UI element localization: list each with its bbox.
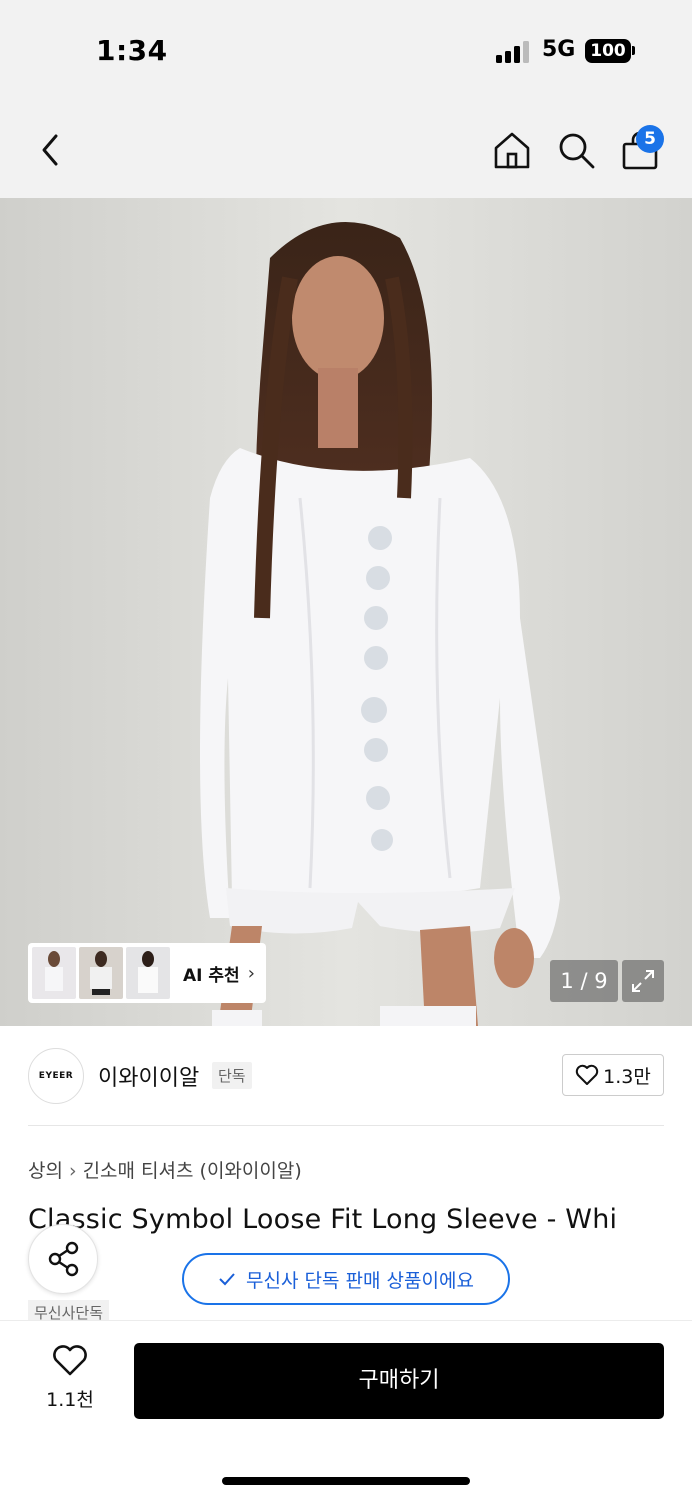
signal-icon — [496, 41, 529, 63]
cart-count-badge: 5 — [636, 125, 664, 153]
ai-recommend-button[interactable]: AI 추천 › — [28, 943, 266, 1003]
exclusive-badge: 무신사단독 — [28, 1300, 110, 1320]
breadcrumb-subcategory[interactable]: 긴소매 티셔츠 (이와이이알) — [83, 1160, 302, 1182]
status-bar: 1:34 5G 100 — [0, 0, 692, 100]
product-image[interactable] — [0, 198, 692, 1026]
expand-icon — [632, 970, 654, 992]
share-icon — [48, 1241, 79, 1277]
brand-name[interactable]: 이와이이알 — [98, 1060, 199, 1092]
recommend-thumbnail — [32, 947, 76, 999]
image-counter: 1 / 9 — [550, 960, 618, 1002]
brand-exclusive-tag: 단독 — [212, 1062, 252, 1089]
recommend-thumbnail — [126, 947, 170, 999]
brand-like-button[interactable]: 1.3만 — [562, 1054, 664, 1096]
product-title: Classic Symbol Loose Fit Long Sleeve - W… — [28, 1204, 618, 1235]
recommend-thumbnail — [79, 947, 123, 999]
wishlist-count: 1.1천 — [46, 1389, 94, 1411]
breadcrumb: 상의 › 긴소매 티셔츠 (이와이이알) — [28, 1156, 302, 1183]
heart-icon — [53, 1345, 87, 1376]
chevron-right-icon: › — [68, 1160, 77, 1182]
brand-row: EYEER 이와이이알 단독 1.3만 — [0, 1026, 692, 1126]
home-icon[interactable] — [492, 130, 532, 170]
heart-icon — [575, 1064, 599, 1085]
buy-button[interactable]: 구매하기 — [134, 1343, 664, 1419]
top-nav — [0, 100, 692, 198]
breadcrumb-category[interactable]: 상의 — [28, 1160, 63, 1182]
share-button[interactable] — [28, 1224, 98, 1294]
ai-recommend-label: AI 추천 — [183, 965, 240, 986]
divider — [28, 1125, 664, 1126]
wishlist-button[interactable]: 1.1천 — [40, 1345, 100, 1412]
search-icon[interactable] — [556, 130, 596, 170]
brand-like-count: 1.3만 — [603, 1065, 651, 1088]
back-icon[interactable] — [34, 130, 66, 170]
network-label: 5G — [542, 37, 576, 62]
expand-button[interactable] — [622, 960, 664, 1002]
home-indicator — [222, 1477, 470, 1485]
battery-icon: 100 — [585, 39, 631, 63]
chevron-right-icon: › — [247, 962, 255, 984]
product-photo — [0, 198, 692, 1026]
check-icon — [219, 1273, 235, 1286]
exclusive-notice-text: 무신사 단독 판매 상품이에요 — [246, 1269, 474, 1292]
battery-tip — [632, 46, 635, 55]
bottom-action-bar: 1.1천 구매하기 — [0, 1320, 692, 1500]
status-time: 1:34 — [96, 34, 168, 67]
brand-logo[interactable]: EYEER — [28, 1048, 84, 1104]
exclusive-notice-pill[interactable]: 무신사 단독 판매 상품이에요 — [182, 1253, 510, 1305]
